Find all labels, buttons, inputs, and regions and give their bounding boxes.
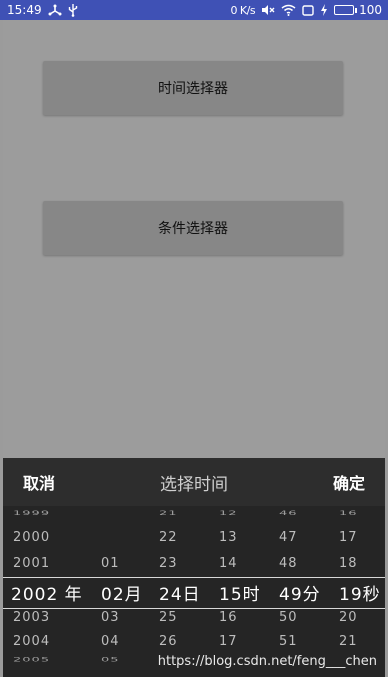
picker-year-value: 1999 [13,510,51,517]
picker-year-value: 2005 [13,656,51,664]
picker-month-value: 04 [101,634,120,649]
picker-selected-row[interactable]: 2002 年 02月 24日 15时 49分 19秒 [3,580,385,610]
picker-row[interactable]: 2001 01 23 14 48 18 [3,556,385,580]
picker-second-value: 20 [339,610,358,625]
picker-second-value: 16 [339,510,358,517]
battery-level: 100 [359,3,382,17]
picker-second-value: 18 [339,556,358,571]
picker-hour-value: 14 [219,556,238,571]
picker-hour-value: 16 [219,610,238,625]
picker-year-value: 2001 [13,556,51,571]
picker-second-value: 19秒 [339,585,381,605]
picker-day-value: 26 [159,634,178,649]
picker-day-value: 25 [159,610,178,625]
charging-icon [320,4,328,16]
picker-day-value: 23 [159,556,178,571]
battery-body [334,5,355,15]
picker-minute-value: 50 [279,610,298,625]
battery-icon: 100 [334,3,382,17]
picker-year-value: 2003 [13,610,51,625]
net-speed: 0 K/s [230,3,256,17]
picker-row[interactable]: 1999 21 12 46 16 [3,510,385,521]
status-bar-left: 15:49 [7,3,78,17]
picker-hour-value: 13 [219,530,238,545]
picker-month-value: 01 [101,556,120,571]
watermark: https://blog.csdn.net/feng___chen [157,654,377,669]
picker-minute-value: 47 [279,530,298,545]
picker-title: 选择时间 [160,474,228,495]
picker-month-value: 02月 [101,585,143,605]
picker-day-value: 21 [159,510,178,517]
usb-icon [68,3,78,17]
picker-day-value: 22 [159,530,178,545]
picker-minute-value: 46 [279,510,298,517]
status-bar: 15:49 0 K/s 100 [0,0,388,20]
picker-row[interactable]: 2000 22 13 47 17 [3,530,385,554]
picker-toolbar: 取消 选择时间 确定 [3,458,385,506]
main-content: 时间选择器 条件选择器 [3,20,385,458]
picker-second-value: 21 [339,634,358,649]
cancel-button[interactable]: 取消 [23,470,55,494]
picker-wheels[interactable]: 1999 21 12 46 16 2000 22 13 47 17 2001 01 23 14 48 18 20… [3,506,385,677]
picker-row[interactable]: 2003 03 25 16 50 20 [3,610,385,634]
picker-hour-value: 17 [219,634,238,649]
picker-hour-value: 12 [219,510,238,517]
picker-day-value: 24日 [159,585,201,605]
wifi-icon [281,4,296,16]
mute-icon [261,4,275,16]
picker-year-value: 2002 年 [11,585,83,605]
status-time: 15:49 [7,3,42,17]
battery-tip [355,7,358,13]
picker-year-value: 2004 [13,634,51,649]
usb-share-icon [48,4,62,16]
picker-month-value: 05 [101,656,120,664]
condition-picker-button[interactable]: 条件选择器 [43,201,343,255]
picker-minute-value: 49分 [279,585,321,605]
time-picker-dialog: 取消 选择时间 确定 1999 21 12 46 16 2000 22 13 47 17 2001 0… [3,458,385,677]
status-bar-right: 0 K/s 100 [230,3,382,17]
picker-month-value: 03 [101,610,120,625]
screen-icon [302,4,314,16]
confirm-button[interactable]: 确定 [333,470,365,494]
picker-hour-value: 15时 [219,585,261,605]
picker-minute-value: 51 [279,634,298,649]
picker-minute-value: 48 [279,556,298,571]
picker-second-value: 17 [339,530,358,545]
time-picker-button[interactable]: 时间选择器 [43,61,343,115]
picker-year-value: 2000 [13,530,51,545]
